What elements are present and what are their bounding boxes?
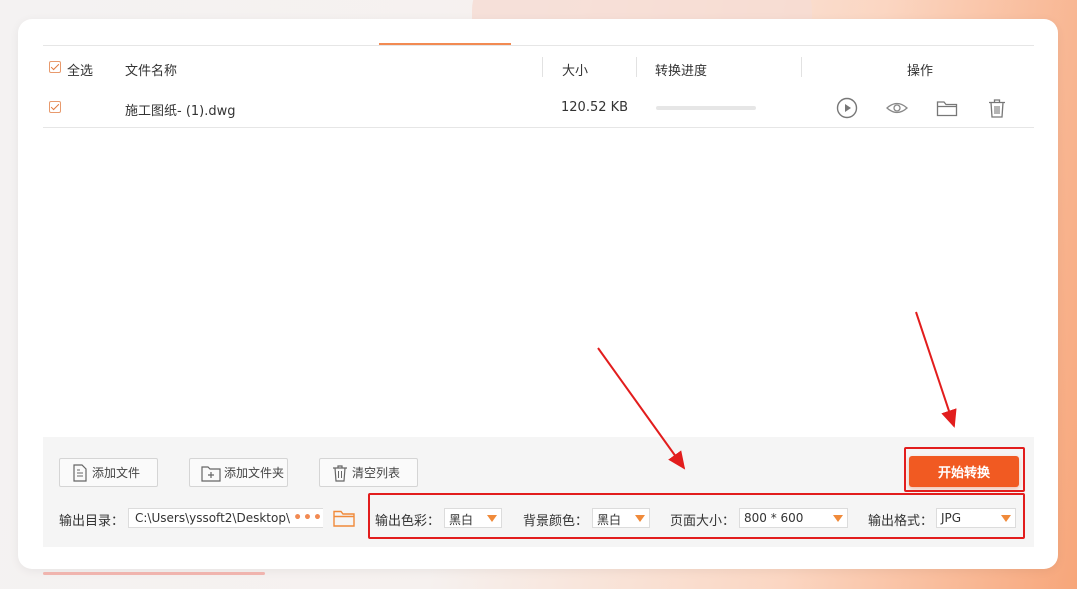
scroll-indicator: [43, 572, 265, 575]
arrow-to-start-button: [915, 311, 957, 428]
arrow-to-settings: [597, 347, 686, 470]
annotation-arrows: [597, 311, 957, 470]
